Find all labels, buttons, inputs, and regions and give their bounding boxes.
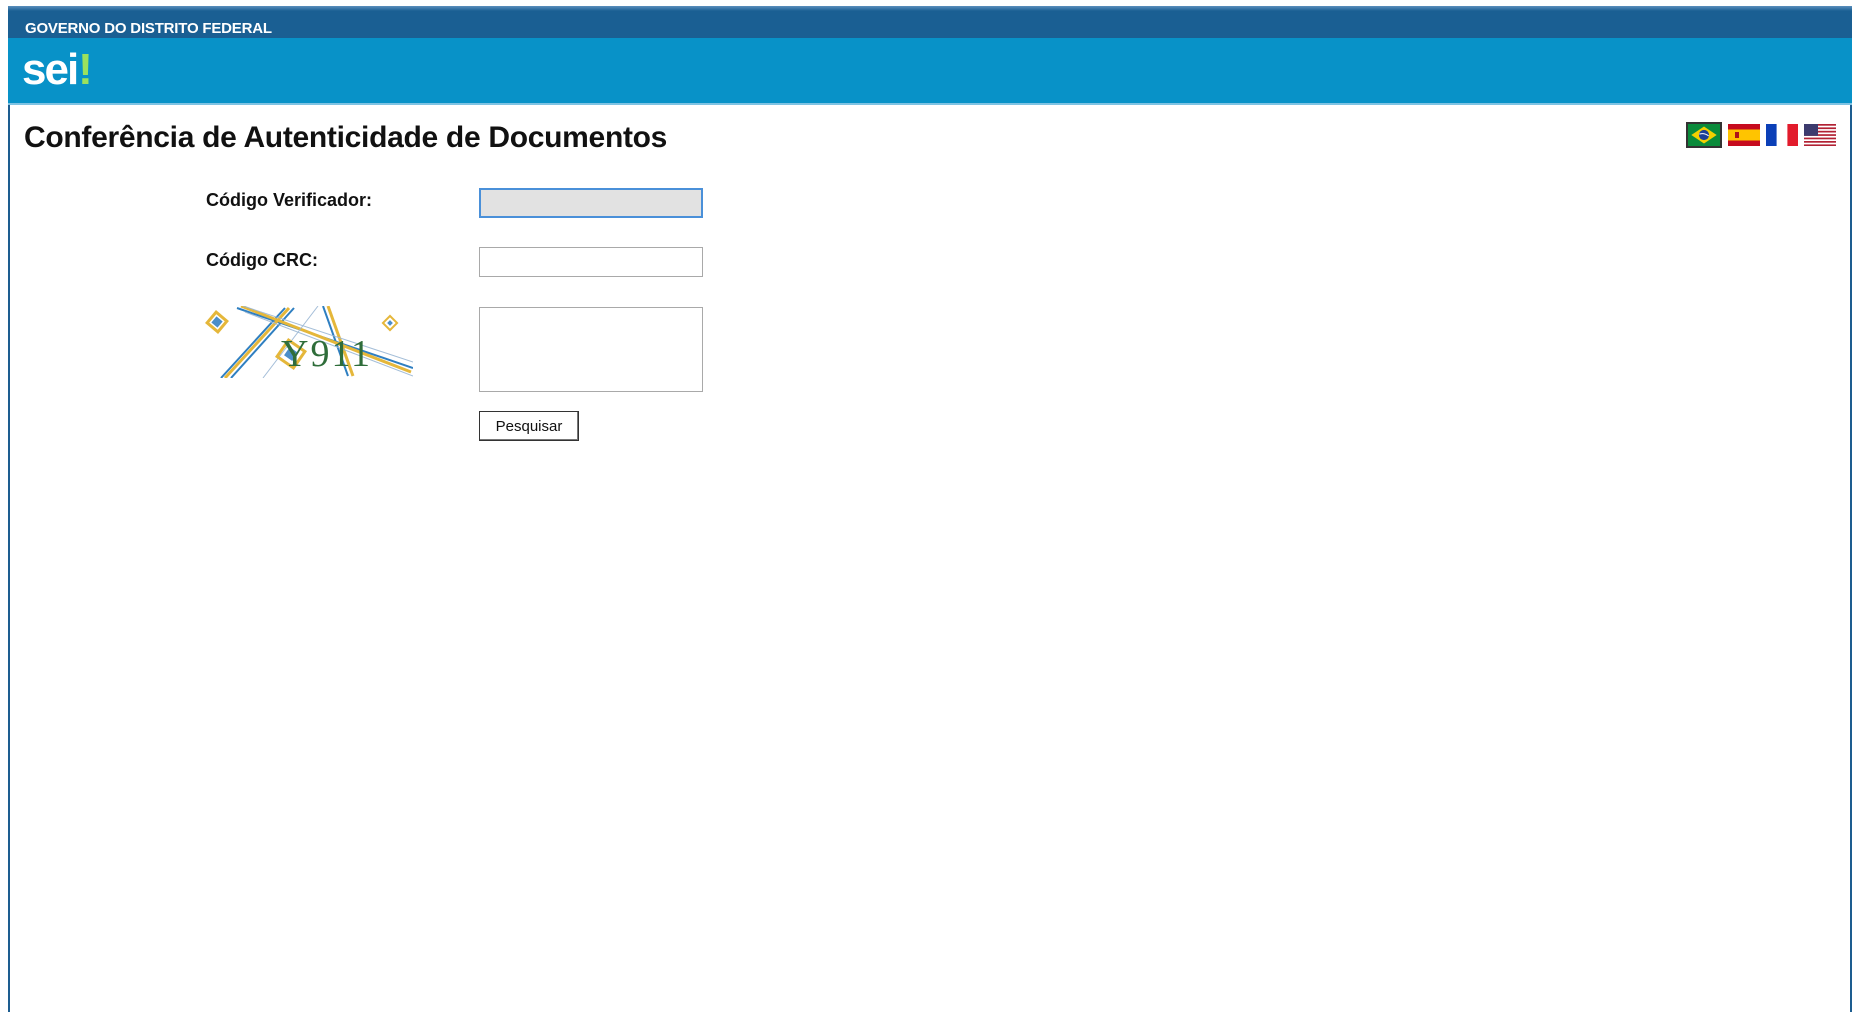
captcha-image: Y911 bbox=[203, 306, 413, 378]
codigo-verificador-label: Código Verificador: bbox=[206, 190, 373, 210]
codigo-crc-input[interactable] bbox=[479, 247, 703, 277]
brand-bar: sei! bbox=[8, 38, 1852, 105]
logo-text: sei bbox=[22, 45, 79, 94]
france-flag-icon[interactable] bbox=[1766, 124, 1798, 146]
codigo-verificador-input[interactable] bbox=[479, 188, 703, 218]
logo-mark: ! bbox=[78, 45, 93, 94]
language-selector bbox=[1686, 122, 1836, 148]
pesquisar-button[interactable]: Pesquisar bbox=[479, 411, 579, 441]
brazil-flag-icon[interactable] bbox=[1686, 122, 1722, 148]
spain-flag-icon[interactable] bbox=[1728, 124, 1760, 146]
usa-flag-icon[interactable] bbox=[1804, 124, 1836, 146]
government-label: GOVERNO DO DISTRITO FEDERAL bbox=[25, 20, 272, 37]
sei-logo[interactable]: sei! bbox=[22, 42, 93, 98]
captcha-answer-field[interactable] bbox=[479, 307, 703, 392]
page-frame bbox=[8, 6, 1852, 1012]
codigo-crc-label: Código CRC: bbox=[206, 250, 318, 270]
government-bar: GOVERNO DO DISTRITO FEDERAL bbox=[8, 6, 1852, 38]
captcha-text: Y911 bbox=[281, 333, 372, 375]
page-title: Conferência de Autenticidade de Document… bbox=[24, 121, 668, 154]
